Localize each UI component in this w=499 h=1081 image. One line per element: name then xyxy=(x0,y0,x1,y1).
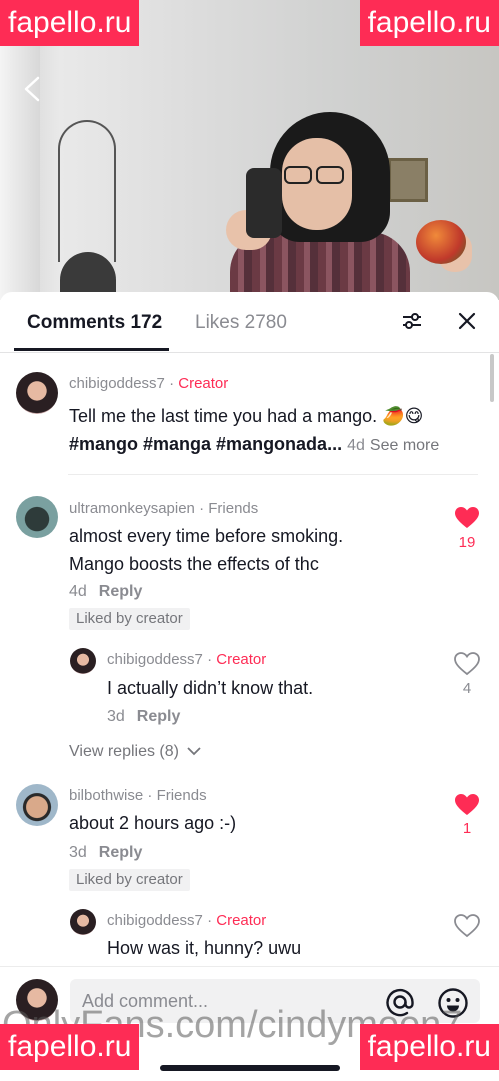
liked-by-creator-badge: Liked by creator xyxy=(69,608,190,630)
mango xyxy=(416,220,466,264)
reply-button[interactable]: Reply xyxy=(137,708,181,725)
creator-badge: Creator xyxy=(216,651,267,668)
heart-outline-icon[interactable] xyxy=(454,652,480,676)
comment-text: almost every time before smoking. Mango b… xyxy=(69,526,344,574)
reply-button[interactable]: Reply xyxy=(99,844,143,861)
creator-badge: Creator xyxy=(216,912,267,929)
see-more-link[interactable]: See more xyxy=(370,437,439,454)
creator-badge: Creator xyxy=(178,375,229,392)
friends-badge: Friends xyxy=(208,500,259,517)
tab-likes[interactable]: Likes 2780 xyxy=(195,312,287,334)
comment-meta: 4d Reply xyxy=(69,583,143,600)
comment-meta: 3d Reply xyxy=(69,844,143,861)
tab-comments[interactable]: Comments 172 xyxy=(27,312,162,334)
view-replies-button[interactable]: View replies (8) xyxy=(69,743,202,761)
heart-filled-icon[interactable] xyxy=(454,793,480,817)
home-indicator xyxy=(160,1065,340,1071)
avatar[interactable] xyxy=(70,909,96,935)
active-tab-indicator xyxy=(14,348,169,351)
scrollbar[interactable] xyxy=(490,354,494,402)
comment-text: about 2 hours ago :-) xyxy=(69,813,237,833)
heart-filled-icon[interactable] xyxy=(454,506,480,530)
like-count: 19 xyxy=(458,534,476,551)
back-icon[interactable] xyxy=(22,76,42,102)
phone xyxy=(246,168,282,238)
hashtags[interactable]: #mango #manga #mangonada... xyxy=(69,434,342,454)
comment-username[interactable]: bilbothwise · Friends xyxy=(69,787,207,804)
heart-outline-icon[interactable] xyxy=(454,914,480,938)
comment-username[interactable]: ultramonkeysapien · Friends xyxy=(69,500,258,517)
reply-meta: 3d Reply xyxy=(107,708,181,725)
watermark-bottom-left: fapello.ru xyxy=(0,1024,140,1070)
chevron-down-icon xyxy=(187,747,202,756)
close-icon[interactable] xyxy=(456,310,478,332)
filter-icon[interactable] xyxy=(401,310,423,332)
watermark-bottom-right: fapello.ru xyxy=(359,1024,499,1070)
avatar[interactable] xyxy=(70,648,96,674)
like-count: 4 xyxy=(462,680,472,697)
reply-username[interactable]: chibigoddess7 · Creator xyxy=(107,912,266,929)
comment-text: Tell me the last time you had a mango. 🥭… xyxy=(69,406,440,454)
tab-bar: Comments 172 Likes 2780 xyxy=(0,292,499,353)
like-count: 1 xyxy=(462,820,472,837)
watermark-top-left: fapello.ru xyxy=(0,0,140,46)
liked-by-creator-badge: Liked by creator xyxy=(69,869,190,891)
watermark-top-right: fapello.ru xyxy=(359,0,499,46)
reply-username[interactable]: chibigoddess7 · Creator xyxy=(107,651,266,668)
comments-sheet: Comments 172 Likes 2780 chibigoddess7 · … xyxy=(0,292,499,1080)
wall-frame xyxy=(388,158,428,202)
reply-text: I actually didn’t know that. xyxy=(107,678,314,698)
avatar[interactable] xyxy=(16,372,58,414)
reply-text: How was it, hunny? uwu xyxy=(107,938,302,958)
friends-badge: Friends xyxy=(156,787,207,804)
comment-username[interactable]: chibigoddess7 · Creator xyxy=(69,375,228,392)
reply-button[interactable]: Reply xyxy=(99,583,143,600)
avatar[interactable] xyxy=(16,496,58,538)
avatar[interactable] xyxy=(16,784,58,826)
